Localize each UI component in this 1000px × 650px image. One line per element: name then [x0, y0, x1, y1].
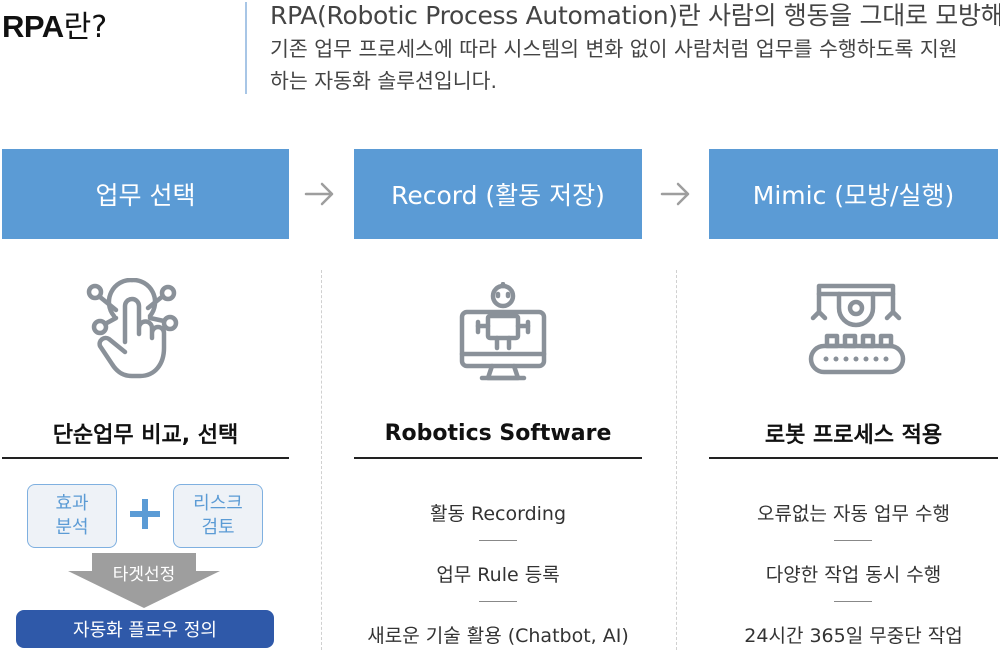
feature-item: 새로운 기술 활용 (Chatbot, AI)	[367, 625, 629, 647]
intro-line-2: 기존 업무 프로세스에 따라 시스템의 변화 없이 사람처럼 업무를 수행하도록…	[270, 37, 958, 61]
intro-line-1: RPA(Robotic Process Automation)란 사람의 행동을…	[270, 1, 1000, 30]
box-label: 효과 분석	[55, 493, 89, 538]
plus-icon	[130, 499, 160, 529]
risk-review-box: 리스크 검토	[173, 484, 263, 548]
column-rule	[354, 457, 642, 459]
feature-separator	[834, 540, 872, 541]
step-label: Record (활동 저장)	[391, 181, 605, 210]
column-title: 로봇 프로세스 적용	[764, 423, 943, 448]
feature-item: 활동 Recording	[429, 503, 567, 525]
step-label: Mimic (모방/실행)	[752, 181, 955, 210]
feature-separator	[479, 540, 517, 541]
step-label: 업무 선택	[95, 181, 196, 210]
target-selection-label: 타겟선정	[112, 565, 176, 585]
automation-flow-bar: 자동화 플로우 정의	[16, 610, 274, 648]
page-title: RPA란?	[2, 2, 107, 46]
arrow-right-icon	[660, 182, 690, 206]
arrow-right-icon	[304, 182, 334, 206]
step-box-record: Record (활동 저장)	[354, 149, 642, 239]
step-box-select: 업무 선택	[2, 149, 289, 239]
column-rule	[2, 457, 289, 459]
intro-line-3: 하는 자동화 솔루션입니다.	[270, 69, 498, 93]
title-rpa: RPA	[2, 9, 64, 44]
title-suffix: 란?	[63, 10, 108, 45]
column-divider	[321, 270, 322, 650]
feature-item: 업무 Rule 등록	[436, 564, 560, 586]
feature-item: 오류없는 자동 업무 수행	[757, 503, 950, 525]
feature-separator	[479, 601, 517, 602]
result-label: 자동화 플로우 정의	[73, 620, 217, 641]
column-divider	[676, 270, 677, 650]
title-divider	[245, 2, 247, 94]
feature-item: 다양한 작업 동시 수행	[765, 564, 942, 586]
column-rule	[709, 457, 998, 459]
step-box-mimic: Mimic (모방/실행)	[709, 149, 998, 239]
robot-monitor-icon	[459, 282, 547, 381]
column-title: Robotics Software	[384, 420, 612, 446]
touch-hand-icon	[86, 278, 179, 379]
feature-separator	[834, 601, 872, 602]
feature-item: 24시간 365일 무중단 작업	[744, 625, 963, 647]
robot-arm-conveyor-icon	[808, 283, 906, 375]
intro-text: RPA(Robotic Process Automation)란 사람의 행동을…	[270, 0, 1000, 97]
effect-analysis-box: 효과 분석	[27, 484, 117, 548]
column-title: 단순업무 비교, 선택	[52, 423, 239, 448]
box-label: 리스크 검토	[193, 493, 243, 538]
